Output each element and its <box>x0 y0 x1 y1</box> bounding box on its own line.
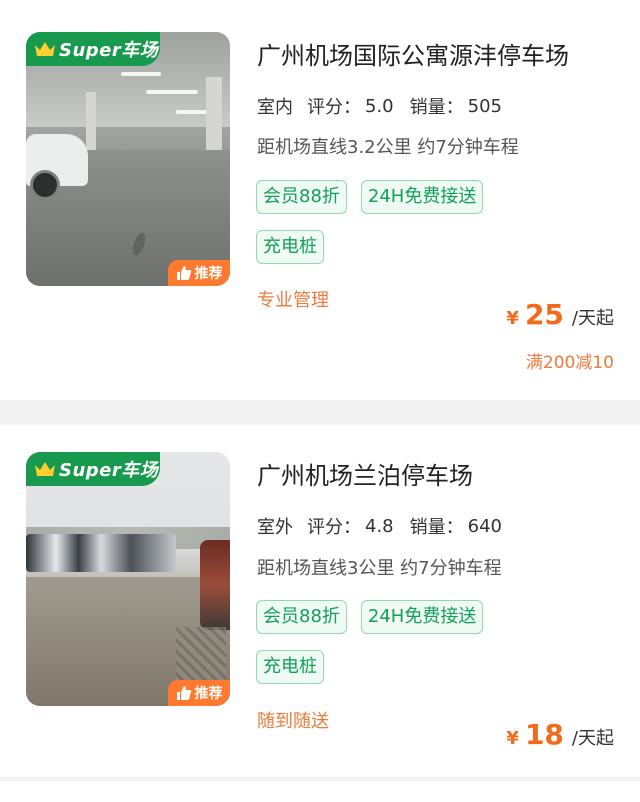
parking-listing-card[interactable]: Super车场 推荐 广州机场兰泊停车场 室外 评分： 4.8 销量： 640 … <box>0 425 640 777</box>
next-listing-card-partial <box>0 781 640 802</box>
distance-info: 距机场直线3公里 约7分钟车程 <box>257 558 502 579</box>
price-unit: /天起 <box>571 728 614 749</box>
service-tags: 会员88折 24H免费接送 充电桩 <box>256 600 556 684</box>
crown-icon <box>35 42 55 56</box>
parking-type-badge: 室内 <box>257 93 295 121</box>
promo-text: 满200减10 <box>525 353 614 373</box>
outdoor-lot-photo-image <box>26 452 230 706</box>
feature-text: 随到随送 <box>257 711 329 732</box>
price-unit: /天起 <box>571 308 614 329</box>
service-tag: 24H免费接送 <box>360 600 484 634</box>
recommend-label: 推荐 <box>194 686 223 702</box>
rating-label: 评分： <box>307 517 361 538</box>
parking-meta: 室内 评分： 5.0 销量： 505 <box>257 93 518 121</box>
rating-value: 4.8 <box>365 515 394 537</box>
recommend-tag: 推荐 <box>168 260 230 286</box>
price-value: 25 <box>524 298 564 331</box>
parking-name[interactable]: 广州机场兰泊停车场 <box>257 456 473 491</box>
parking-photo[interactable]: Super车场 推荐 <box>26 452 230 706</box>
sales-label: 销量： <box>409 517 464 538</box>
recommend-tag: 推荐 <box>168 680 230 706</box>
currency-symbol: ¥ <box>506 728 519 749</box>
thumbs-up-icon <box>176 686 191 700</box>
recommend-label: 推荐 <box>194 266 223 282</box>
service-tag: 会员88折 <box>256 600 347 634</box>
service-tag: 充电桩 <box>256 230 324 264</box>
sales-label: 销量： <box>409 97 464 118</box>
super-parking-badge: Super车场 <box>26 452 160 486</box>
thumbs-up-icon <box>176 266 191 280</box>
parking-name[interactable]: 广州机场国际公寓源沣停车场 <box>257 36 569 71</box>
sales-value: 505 <box>467 95 502 117</box>
parking-photo[interactable]: Super车场 推荐 <box>26 32 230 286</box>
service-tag: 24H免费接送 <box>360 180 484 214</box>
parking-type-badge: 室外 <box>257 513 295 541</box>
price-display: ¥ 25 /天起 <box>506 298 614 331</box>
currency-symbol: ¥ <box>506 308 519 329</box>
price-display: ¥ 18 /天起 <box>506 718 614 751</box>
super-badge-label: Super车场 <box>59 460 159 481</box>
rating-label: 评分： <box>307 97 361 118</box>
distance-info: 距机场直线3.2公里 约7分钟车程 <box>257 137 519 158</box>
parking-listing-card[interactable]: Super车场 推荐 广州机场国际公寓源沣停车场 室内 评分： 5.0 销量： … <box>0 0 640 400</box>
rating-value: 5.0 <box>365 95 394 117</box>
crown-icon <box>35 462 55 476</box>
parking-meta: 室外 评分： 4.8 销量： 640 <box>257 513 518 541</box>
service-tags: 会员88折 24H免费接送 充电桩 <box>256 180 556 264</box>
super-badge-label: Super车场 <box>59 40 159 61</box>
price-value: 18 <box>524 718 564 751</box>
super-parking-badge: Super车场 <box>26 32 160 66</box>
service-tag: 充电桩 <box>256 650 324 684</box>
garage-photo-image <box>26 32 230 286</box>
feature-text: 专业管理 <box>257 290 329 311</box>
sales-value: 640 <box>467 515 502 537</box>
service-tag: 会员88折 <box>256 180 347 214</box>
